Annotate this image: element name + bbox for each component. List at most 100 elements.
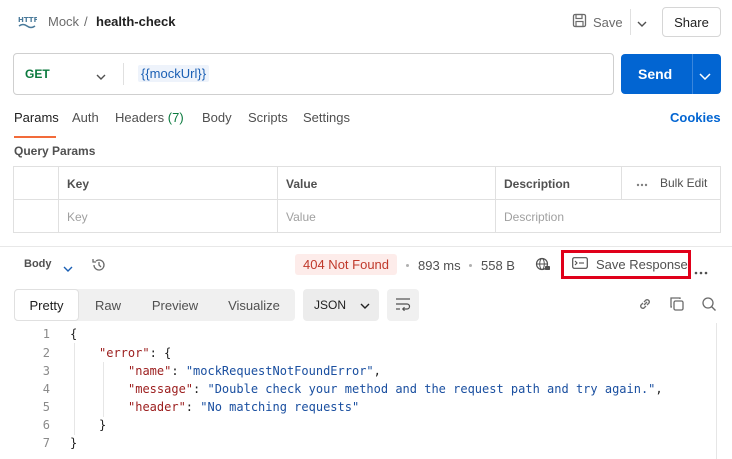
save-icon bbox=[572, 13, 587, 31]
search-icon[interactable] bbox=[701, 296, 717, 315]
code-line: "error": { bbox=[99, 346, 172, 360]
json-key: "header" bbox=[128, 400, 186, 414]
divider bbox=[123, 63, 124, 85]
column-header-value: Value bbox=[286, 176, 318, 191]
more-icon[interactable] bbox=[694, 263, 708, 278]
tab-preview[interactable]: Preview bbox=[140, 289, 210, 321]
code-line: "header": "No matching requests" bbox=[128, 400, 360, 414]
tab-headers[interactable]: Headers (7) bbox=[115, 110, 184, 125]
save-label: Save bbox=[593, 14, 623, 30]
json-key: "error" bbox=[99, 346, 150, 360]
bulk-edit-button[interactable]: Bulk Edit bbox=[636, 176, 707, 190]
wrap-lines-button[interactable] bbox=[387, 289, 419, 321]
save-response-label: Save Response bbox=[596, 257, 688, 272]
column-header-description: Description bbox=[504, 176, 571, 191]
json-key: "message" bbox=[128, 382, 194, 396]
response-code-view[interactable]: 1 2 3 4 5 6 7 { "error": { "name": "mock… bbox=[0, 325, 716, 459]
method-select[interactable]: GET bbox=[25, 67, 50, 81]
chevron-down-icon[interactable] bbox=[699, 68, 711, 83]
response-body-select[interactable]: Body bbox=[24, 258, 52, 270]
tab-auth[interactable]: Auth bbox=[72, 110, 99, 125]
response-time[interactable]: 893 ms bbox=[418, 258, 461, 273]
save-options-button[interactable] bbox=[630, 9, 652, 35]
request-header: HTTP Mock / health-check Save Share bbox=[0, 0, 732, 44]
more-icon bbox=[636, 176, 648, 190]
line-number: 1 bbox=[42, 327, 50, 341]
column-header-key: Key bbox=[67, 176, 90, 191]
send-label: Send bbox=[638, 66, 673, 82]
line-number: 2 bbox=[42, 346, 50, 360]
save-response-button[interactable]: Save Response bbox=[561, 250, 691, 279]
history-icon[interactable] bbox=[91, 257, 107, 276]
table-row: Key Value Description bbox=[14, 200, 720, 233]
json-key: "name" bbox=[128, 364, 172, 378]
share-button[interactable]: Share bbox=[662, 7, 721, 37]
json-value: "mockRequestNotFoundError" bbox=[185, 364, 374, 378]
tab-headers-label: Headers bbox=[115, 110, 165, 125]
wrap-icon bbox=[395, 297, 411, 314]
request-name[interactable]: health-check bbox=[96, 14, 175, 29]
chevron-down-icon bbox=[637, 15, 647, 30]
save-button[interactable]: Save bbox=[572, 9, 623, 35]
tab-visualize[interactable]: Visualize bbox=[218, 289, 290, 321]
chevron-down-icon[interactable] bbox=[63, 260, 73, 275]
value-input[interactable]: Value bbox=[277, 200, 316, 233]
key-input[interactable]: Key bbox=[58, 200, 88, 233]
divider bbox=[621, 167, 622, 200]
headers-count: (7) bbox=[167, 110, 184, 125]
active-tab-indicator bbox=[14, 136, 56, 138]
tab-scripts[interactable]: Scripts bbox=[248, 110, 288, 125]
code-line: } bbox=[70, 436, 78, 450]
breadcrumb-collection[interactable]: Mock bbox=[48, 14, 79, 29]
description-input[interactable]: Description bbox=[495, 200, 564, 233]
svg-text:HTTP: HTTP bbox=[18, 16, 37, 24]
line-number: 7 bbox=[42, 436, 50, 450]
separator-dot bbox=[469, 264, 472, 267]
code-line: { bbox=[70, 327, 78, 341]
tab-raw[interactable]: Raw bbox=[84, 289, 132, 321]
table-header-row: Key Value Description Bulk Edit bbox=[14, 167, 720, 200]
query-params-table: Key Value Description Bulk Edit Key Valu… bbox=[13, 166, 721, 233]
copy-icon[interactable] bbox=[669, 296, 685, 315]
link-icon[interactable] bbox=[637, 296, 653, 315]
url-bar: GET {{mockUrl}} bbox=[13, 53, 614, 95]
line-number: 6 bbox=[42, 418, 50, 432]
breadcrumb-separator: / bbox=[84, 14, 88, 29]
code-line: } bbox=[99, 418, 107, 432]
divider bbox=[58, 167, 59, 233]
cookies-link[interactable]: Cookies bbox=[670, 110, 721, 125]
json-value: "Double check your method and the reques… bbox=[207, 382, 656, 396]
tab-pretty[interactable]: Pretty bbox=[14, 289, 79, 321]
line-number: 5 bbox=[42, 400, 50, 414]
save-response-icon bbox=[572, 257, 588, 272]
response-view-tabs: Pretty Raw Preview Visualize bbox=[14, 289, 295, 321]
globe-icon[interactable] bbox=[535, 256, 551, 275]
divider bbox=[495, 167, 496, 233]
line-number: 3 bbox=[42, 364, 50, 378]
send-button[interactable]: Send bbox=[621, 54, 721, 94]
tab-settings[interactable]: Settings bbox=[303, 110, 350, 125]
tab-params[interactable]: Params bbox=[14, 110, 59, 125]
status-badge[interactable]: 404 Not Found bbox=[295, 254, 398, 275]
pane-divider[interactable] bbox=[0, 246, 732, 247]
code-line: "name": "mockRequestNotFoundError", bbox=[128, 364, 381, 378]
chevron-down-icon[interactable] bbox=[96, 68, 106, 83]
separator-dot bbox=[406, 264, 409, 267]
line-number: 4 bbox=[42, 382, 50, 396]
indent-guide bbox=[103, 362, 104, 417]
chevron-down-icon bbox=[360, 298, 370, 312]
response-size[interactable]: 558 B bbox=[481, 258, 515, 273]
format-select[interactable]: JSON bbox=[303, 289, 379, 321]
indent-guide bbox=[74, 343, 75, 435]
tab-body[interactable]: Body bbox=[202, 110, 232, 125]
bulk-edit-label: Bulk Edit bbox=[660, 176, 708, 190]
url-input[interactable]: {{mockUrl}} bbox=[138, 65, 210, 82]
json-value: "No matching requests" bbox=[200, 400, 360, 414]
http-icon: HTTP bbox=[17, 12, 39, 32]
code-line: "message": "Double check your method and… bbox=[128, 382, 663, 396]
divider bbox=[692, 54, 693, 94]
divider bbox=[277, 167, 278, 233]
request-tabs: Params Auth Headers (7) Body Scripts Set… bbox=[0, 110, 732, 140]
format-label: JSON bbox=[314, 298, 347, 312]
scrollbar[interactable] bbox=[716, 323, 717, 459]
